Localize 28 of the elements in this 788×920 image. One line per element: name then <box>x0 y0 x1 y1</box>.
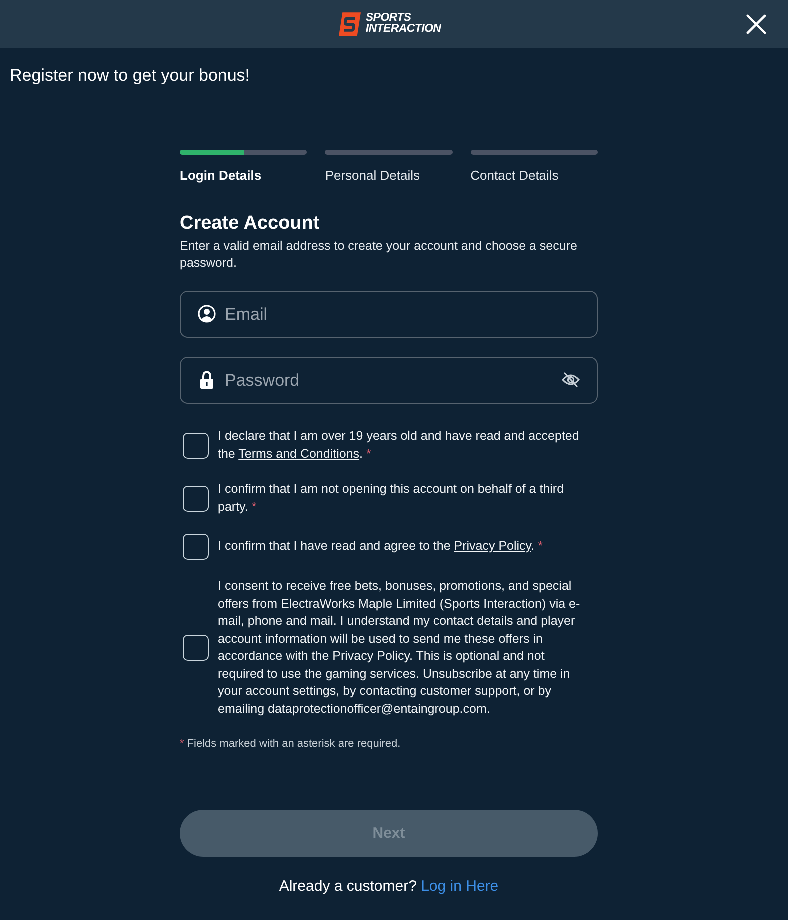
inline-link[interactable]: Privacy Policy <box>454 539 532 554</box>
password-field[interactable]: Password <box>180 357 598 404</box>
step-label: Contact Details <box>470 167 559 185</box>
login-prompt-text: Already a customer? <box>279 878 417 895</box>
user-icon <box>198 305 216 323</box>
email-field[interactable]: Email <box>180 291 598 338</box>
checkbox-label: I consent to receive free bets, bonuses, promotions, and special offers from ElectraWorks Maple Limited (Sports Interaction) via e-mail, phone and mail. I understand my contact details and player account information will be used to send me these offers in accordance with the Privacy Policy. This is optional and not required to use the gaming services. Unsubscribe at any time in your account settings, by contacting customer support, or by emailing dataprotectionofficer@entaingroup.com. <box>218 578 582 718</box>
step-label: Login Details <box>180 167 262 185</box>
close-icon[interactable] <box>746 14 767 34</box>
login-link[interactable]: Log in Here <box>421 878 499 895</box>
inline-link[interactable]: Terms and Conditions <box>238 446 360 460</box>
logo-text: SPORTS <box>366 13 412 24</box>
checkbox[interactable] <box>183 432 209 458</box>
form-description: Enter a valid email address to create your account and choose a secure password. <box>180 238 578 272</box>
footnote-text: * Fields marked with an asterisk are required. <box>180 737 401 752</box>
step-label: Personal Details <box>325 167 420 185</box>
logo-icon <box>338 12 361 36</box>
lock-icon <box>199 371 215 389</box>
page-title: Register now to get your bonus! <box>10 65 250 87</box>
checkbox-label: I confirm that I am not opening this account on behalf of a third party. * <box>218 481 566 516</box>
checkbox-label: I declare that I am over 19 years old and have read and accepted the Terms and Conditions. * <box>218 428 580 462</box>
checkbox-label: I confirm that I have read and agree to the Privacy Policy. * <box>218 538 543 556</box>
checkbox[interactable] <box>183 486 209 512</box>
checkbox[interactable] <box>183 534 209 560</box>
form-heading: Create Account <box>180 212 320 236</box>
checkbox[interactable] <box>183 635 209 661</box>
logo-text: INTERACTION <box>366 24 442 35</box>
eye-slash-icon[interactable] <box>562 372 580 388</box>
